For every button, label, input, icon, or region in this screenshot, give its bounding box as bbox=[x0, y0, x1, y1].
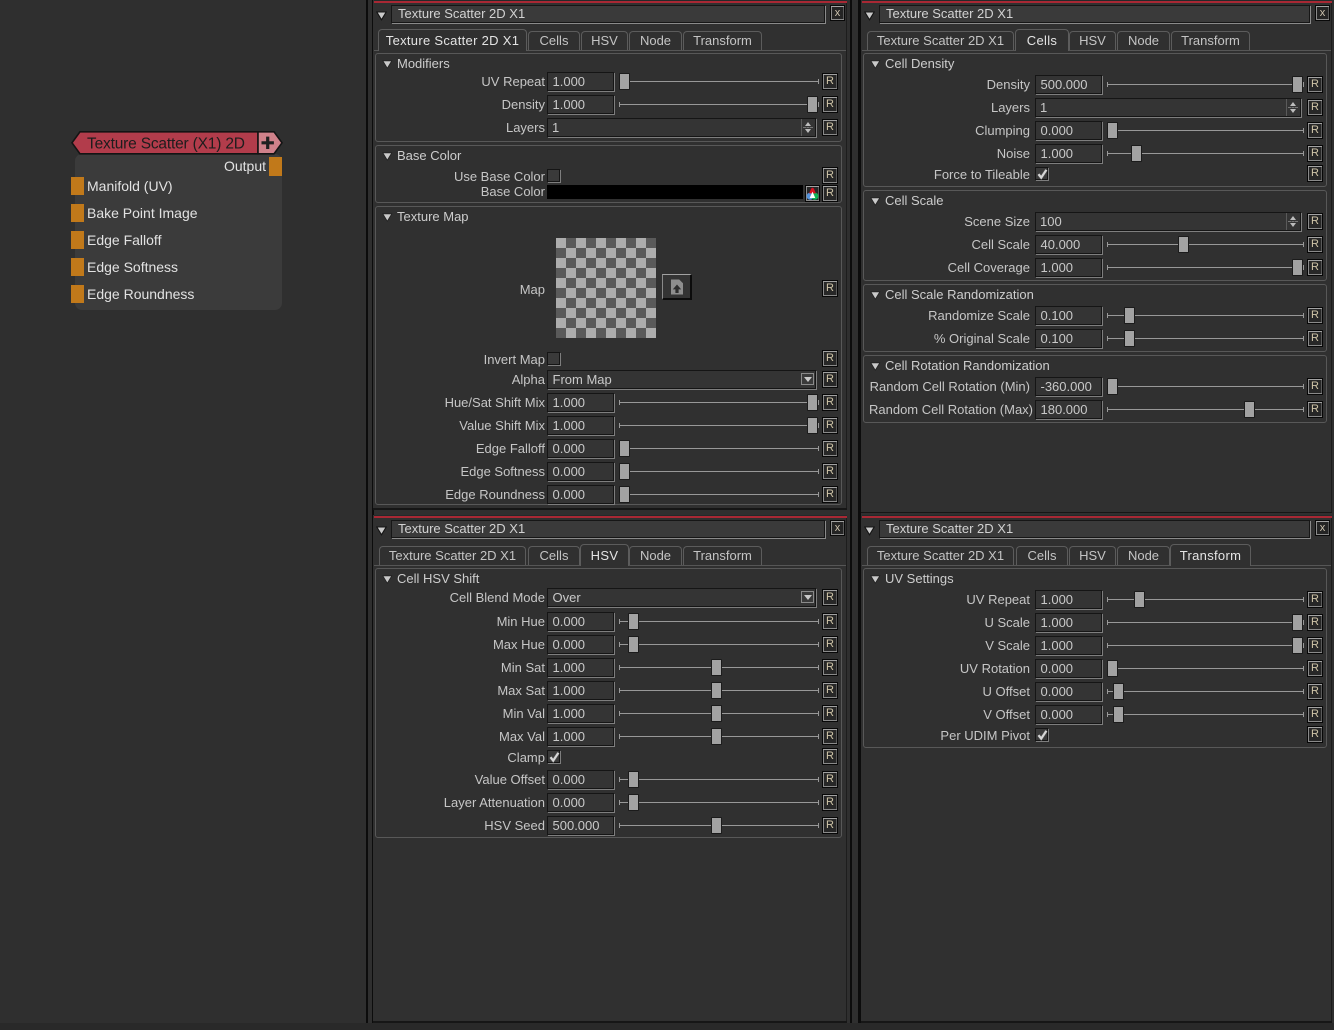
svg-text:Texture Scatter (X1) 2D: Texture Scatter (X1) 2D bbox=[87, 135, 245, 152]
